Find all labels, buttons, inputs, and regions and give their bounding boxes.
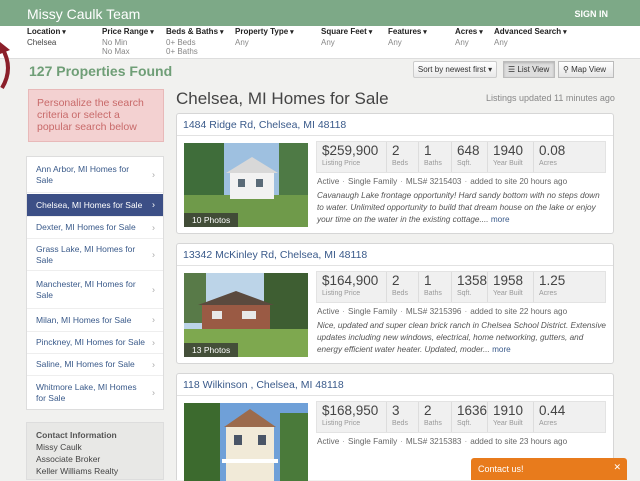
listing-photo[interactable] [184,403,308,481]
list-icon: ☰ [508,65,516,74]
caret-down-icon: ▾ [488,65,493,74]
listing-stats: $259,900 Listing Price 2 Beds 1 Baths 648 Sq… [316,141,606,173]
listing-description: Cavanaugh Lake frontage opportunity! Har… [317,191,600,224]
contact-name: Missy Caulk [36,442,82,452]
filter-acres[interactable]: AcresAny [455,27,483,47]
chevron-right-icon: › [152,314,155,325]
sort-dropdown[interactable]: Sort by newest first ▾ [413,61,497,78]
listing-photo[interactable]: 10 Photos [184,143,308,227]
listing-meta: Active · Single Family · MLS# 3215403 · added … [317,177,568,186]
filter-property-type[interactable]: Property TypeAny [235,27,294,47]
popular-search-list: Ann Arbor, MI Homes for Sale › Chelsea, M… [26,156,164,410]
city-ann-arbor[interactable]: Ann Arbor, MI Homes for Sale › [27,157,163,193]
curved-arrow-icon [0,42,10,90]
listing-stats: $164,900 Listing Price 2 Beds 1 Baths 1358 S… [316,271,606,303]
city-grass-lake[interactable]: Grass Lake, MI Homes for Sale › [27,239,163,271]
chevron-right-icon: › [152,359,155,369]
contact-company: Keller Williams Realty [36,466,119,476]
chevron-right-icon: › [152,284,155,294]
listings-updated: Listings updated 11 minutes ago [486,93,615,103]
listing-address[interactable]: 1484 Ridge Rd, Chelsea, MI 48118 [183,119,346,131]
filter-bar: LocationChelsea Price RangeNo MinNo Max … [0,26,640,59]
page-title: Chelsea, MI Homes for Sale [176,89,389,108]
filter-square-feet[interactable]: Square FeetAny [321,27,372,47]
listing-meta: Active · Single Family · MLS# 3215383 · added … [317,437,568,446]
contact-information: Contact Information Missy Caulk Associat… [26,422,164,480]
more-link[interactable]: more [492,345,511,354]
filter-price-range[interactable]: Price RangeNo MinNo Max [102,27,154,57]
close-icon[interactable]: ✕ [613,462,621,473]
contact-title: Associate Broker [36,454,101,464]
chevron-right-icon: › [152,199,155,210]
listing-address[interactable]: 118 Wilkinson , Chelsea, MI 48118 [183,379,344,391]
photo-count-badge: 13 Photos [184,343,239,357]
chevron-right-icon: › [152,249,155,259]
city-chelsea[interactable]: Chelsea, MI Homes for Sale › [27,194,163,217]
map-view-button[interactable]: ⚲ Map View [558,61,614,78]
city-saline[interactable]: Saline, MI Homes for Sale › [27,354,163,376]
filter-location[interactable]: LocationChelsea [27,27,66,47]
chevron-right-icon: › [152,337,155,347]
city-whitmore-lake[interactable]: Whitmore Lake, MI Homes for Sale › [27,376,163,409]
filter-advanced-search[interactable]: Advanced SearchAny [494,27,567,47]
contact-us-tab[interactable]: Contact us! ✕ [471,458,627,480]
listing-meta: Active · Single Family · MLS# 3215396 · added … [317,307,568,316]
city-milan[interactable]: Milan, MI Homes for Sale › [27,309,163,332]
list-view-button[interactable]: ☰ List View [503,61,555,78]
city-dexter[interactable]: Dexter, MI Homes for Sale › [27,217,163,239]
chevron-right-icon: › [152,169,155,179]
listing-stats: $168,950 Listing Price 3 Beds 2 Baths 1636 S… [316,401,606,433]
house-photo [184,403,308,481]
sign-in-link[interactable]: SIGN IN [574,9,608,19]
city-pinckney[interactable]: Pinckney, MI Homes for Sale › [27,332,163,354]
listing-address[interactable]: 13342 McKinley Rd, Chelsea, MI 48118 [183,249,367,261]
listing-photo[interactable]: 13 Photos [184,273,308,357]
city-manchester[interactable]: Manchester, MI Homes for Sale › [27,271,163,309]
chevron-right-icon: › [152,222,155,232]
chevron-right-icon: › [152,387,155,397]
listing-card[interactable]: 1484 Ridge Rd, Chelsea, MI 48118 10 Phot… [176,113,614,234]
filter-beds-baths[interactable]: Beds & Baths0+ Beds0+ Baths [166,27,223,57]
personalize-callout: Personalize the search criteria or selec… [28,89,164,142]
listing-card[interactable]: 13342 McKinley Rd, Chelsea, MI 48118 13 … [176,243,614,364]
contact-heading: Contact Information [36,430,117,440]
brand-name[interactable]: Missy Caulk Team [27,6,140,22]
photo-count-badge: 10 Photos [184,213,239,227]
listing-description: Nice, updated and super clean brick ranc… [317,321,606,354]
filter-features[interactable]: FeaturesAny [388,27,427,47]
map-marker-icon: ⚲ [563,65,569,74]
more-link[interactable]: more [491,215,510,224]
results-count: 127 Properties Found [29,63,173,79]
top-bar: Missy Caulk Team SIGN IN [0,0,640,26]
